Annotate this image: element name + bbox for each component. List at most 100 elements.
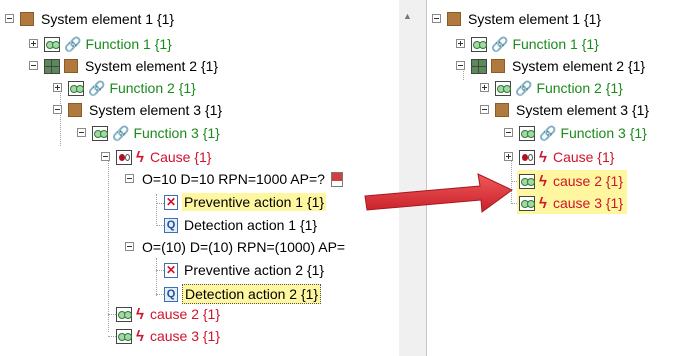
right-tree-panel[interactable]: System element 1 {1} 🔗 Function 1 {1} Sy…	[427, 0, 691, 356]
tree-item-cause[interactable]: ϟ Cause {1}	[519, 146, 616, 168]
function-box-icon	[471, 36, 487, 52]
tree-item-label: System element 1 {1}	[41, 11, 175, 27]
function-box-icon	[92, 125, 108, 141]
tree-item-system-element-3[interactable]: System element 3 {1}	[495, 99, 651, 121]
collapse-toggle[interactable]	[77, 128, 86, 137]
tree-item-cause-2[interactable]: ϟ cause 2 {1}	[116, 303, 222, 325]
tree-item-function-3[interactable]: 🔗 Function 3 {1}	[519, 122, 649, 144]
tree-item-function-2[interactable]: 🔗 Function 2 {1}	[495, 77, 625, 99]
tree-item-label: System element 3 {1}	[89, 102, 223, 118]
collapse-toggle[interactable]	[101, 152, 110, 161]
collapse-toggle[interactable]	[456, 61, 465, 70]
tree-item-function-1[interactable]: 🔗 Function 1 {1}	[44, 33, 174, 55]
tree-item-preventive-action-2[interactable]: ✕ Preventive action 2 {1}	[164, 259, 326, 281]
link-icon: 🔗	[539, 124, 557, 141]
collapse-toggle[interactable]	[504, 128, 513, 137]
collapse-toggle[interactable]	[432, 14, 441, 23]
tree-item-risk-2[interactable]: O=(10) D=(10) RPN=(1000) AP=	[140, 236, 347, 258]
collapse-toggle[interactable]	[5, 14, 14, 23]
tree-item-function-1[interactable]: 🔗 Function 1 {1}	[471, 33, 601, 55]
expand-toggle[interactable]	[480, 83, 489, 92]
function-box-icon	[519, 173, 535, 189]
tree-item-label: Detection action 1 {1}	[184, 217, 318, 233]
system-element-icon	[491, 59, 505, 73]
tree-item-label: cause 3 {1}	[149, 328, 221, 344]
tree-item-label: System element 3 {1}	[516, 102, 650, 118]
tree-item-label: Detection action 2 {1}	[182, 284, 322, 304]
tree-line	[108, 152, 109, 332]
system-element-icon	[64, 59, 78, 73]
function-box-icon	[519, 195, 535, 211]
vertical-scrollbar[interactable]: ▲	[399, 0, 416, 356]
detection-action-icon: Q	[164, 217, 178, 233]
tree-item-label: Function 1 {1}	[85, 36, 172, 52]
function-box-icon	[116, 328, 132, 344]
scroll-up-arrow-icon[interactable]: ▲	[403, 12, 412, 21]
bolt-icon: ϟ	[136, 148, 144, 166]
tree-item-label: System element 1 {1}	[468, 11, 602, 27]
bolt-icon: ϟ	[539, 172, 547, 190]
tree-item-system-element-2[interactable]: System element 2 {1}	[44, 55, 220, 77]
tree-item-label: Function 1 {1}	[512, 36, 599, 52]
tree-line	[511, 156, 512, 204]
tree-item-label: System element 2 {1}	[512, 58, 646, 74]
function-box-icon	[495, 80, 511, 96]
collapse-toggle[interactable]	[480, 105, 489, 114]
tree-line	[156, 194, 157, 224]
tree-item-cause-2[interactable]: ϟ cause 2 {1}	[517, 170, 628, 192]
tree-item-label: cause 2 {1}	[149, 306, 221, 322]
tree-item-label: Preventive action 1 {1}	[182, 193, 327, 211]
tree-item-system-element-3[interactable]: System element 3 {1}	[68, 99, 224, 121]
left-tree-panel[interactable]: System element 1 {1} 🔗 Function 1 {1} Sy…	[0, 0, 399, 356]
tree-item-system-element-2[interactable]: System element 2 {1}	[471, 55, 647, 77]
tree-item-function-2[interactable]: 🔗 Function 2 {1}	[68, 77, 198, 99]
tree-item-cause-3[interactable]: ϟ cause 3 {1}	[517, 192, 628, 214]
tree-item-system-element-1[interactable]: System element 1 {1}	[20, 8, 176, 30]
tree-item-cause[interactable]: ϟ Cause {1}	[116, 146, 213, 168]
expand-toggle[interactable]	[456, 39, 465, 48]
system-element-icon	[447, 12, 461, 26]
grid-icon	[471, 58, 487, 74]
tree-item-label: Function 2 {1}	[536, 80, 623, 96]
bolt-icon: ϟ	[539, 148, 547, 166]
collapse-toggle[interactable]	[53, 105, 62, 114]
link-icon: 🔗	[491, 35, 509, 52]
tree-item-risk-1[interactable]: O=10 D=10 RPN=1000 AP=?	[140, 168, 348, 190]
report-icon[interactable]	[330, 171, 343, 187]
tree-item-detection-action-2[interactable]: Q Detection action 2 {1}	[164, 283, 322, 305]
tree-item-detection-action-1[interactable]: Q Detection action 1 {1}	[164, 214, 319, 236]
function-box-icon	[519, 125, 535, 141]
detection-action-icon: Q	[164, 286, 178, 302]
system-element-icon	[20, 12, 34, 26]
tree-line	[60, 88, 61, 146]
collapse-toggle[interactable]	[125, 174, 134, 183]
function-box-icon	[68, 80, 84, 96]
preventive-action-icon: ✕	[164, 262, 178, 278]
grid-icon	[44, 58, 60, 74]
expand-toggle[interactable]	[53, 83, 62, 92]
link-icon: 🔗	[515, 79, 533, 96]
expand-toggle[interactable]	[29, 39, 38, 48]
tree-item-label: cause 3 {1}	[552, 195, 624, 211]
tree-item-function-3[interactable]: 🔗 Function 3 {1}	[92, 122, 222, 144]
bolt-icon: ϟ	[539, 194, 547, 212]
preventive-action-icon: ✕	[164, 194, 178, 210]
collapse-toggle[interactable]	[125, 242, 134, 251]
tree-item-label: Cause {1}	[149, 149, 212, 165]
tree-item-label: Function 3 {1}	[133, 125, 220, 141]
link-icon: 🔗	[64, 35, 82, 52]
system-element-icon	[68, 103, 82, 117]
risk-label: O=10 D=10 RPN=1000 AP=?	[142, 171, 325, 187]
link-icon: 🔗	[88, 79, 106, 96]
bolt-icon: ϟ	[136, 305, 144, 323]
function-box-icon	[116, 306, 132, 322]
tree-item-label: System element 2 {1}	[85, 58, 219, 74]
cause-box-icon	[519, 149, 535, 165]
system-element-icon	[495, 103, 509, 117]
tree-item-preventive-action-1[interactable]: ✕ Preventive action 1 {1}	[164, 191, 327, 213]
tree-item-system-element-1[interactable]: System element 1 {1}	[447, 8, 603, 30]
tree-item-cause-3[interactable]: ϟ cause 3 {1}	[116, 325, 222, 347]
tree-item-label: Function 3 {1}	[560, 125, 647, 141]
expand-toggle[interactable]	[504, 152, 513, 161]
collapse-toggle[interactable]	[29, 61, 38, 70]
